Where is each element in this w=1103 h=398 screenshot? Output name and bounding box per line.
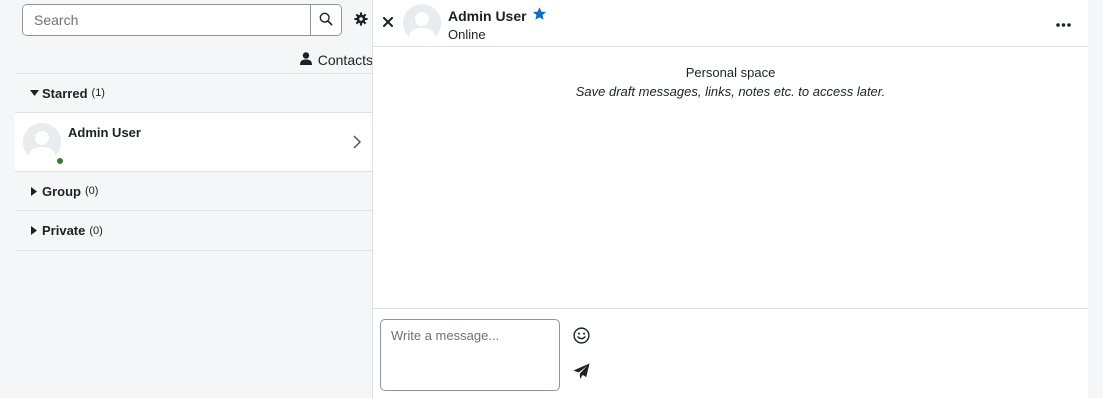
section-starred-count: (1) (91, 87, 105, 99)
conversation-panel: Admin User Online Personal space Save dr… (373, 0, 1088, 398)
conversation-status: Online (448, 27, 486, 42)
contacts-link-label: Contacts (317, 52, 373, 68)
gear-icon (354, 11, 368, 29)
section-group-title: Group (42, 183, 81, 199)
contacts-link[interactable]: Contacts (299, 50, 373, 70)
online-status-dot (56, 157, 64, 165)
user-icon (299, 52, 312, 68)
divider (15, 250, 373, 251)
search-icon (319, 12, 333, 29)
contacts-panel: Contacts Starred (1) Admin User Group (0… (15, 0, 373, 398)
close-icon (383, 15, 393, 30)
search-row (22, 4, 373, 36)
section-starred-title: Starred (42, 85, 88, 101)
emoji-button[interactable] (572, 327, 590, 347)
conversation-title: Admin User (448, 7, 547, 24)
list-item[interactable]: Admin User (15, 112, 373, 171)
divider (373, 46, 1088, 47)
caret-down-icon (29, 90, 39, 96)
search-box (22, 4, 342, 36)
section-group[interactable]: Group (0) (15, 171, 373, 210)
search-button[interactable] (310, 5, 341, 35)
caret-right-icon (29, 226, 39, 235)
paper-plane-icon (572, 363, 590, 383)
divider (373, 308, 1088, 309)
section-starred[interactable]: Starred (1) (15, 73, 373, 112)
settings-button[interactable] (351, 10, 371, 30)
ellipsis-icon (1055, 15, 1071, 30)
conversation-name: Admin User (448, 7, 527, 24)
chevron-right-icon (353, 135, 361, 152)
section-group-count: (0) (85, 185, 99, 197)
more-options-button[interactable] (1054, 16, 1072, 28)
close-button[interactable] (382, 16, 394, 28)
send-button[interactable] (572, 363, 590, 383)
star-icon (532, 7, 547, 24)
personal-space-title: Personal space (685, 65, 776, 80)
search-input[interactable] (23, 5, 310, 35)
personal-space-subtitle: Save draft messages, links, notes etc. t… (575, 84, 886, 99)
avatar (23, 123, 64, 165)
section-private[interactable]: Private (0) (15, 210, 373, 250)
section-private-title: Private (42, 223, 86, 238)
smile-icon (572, 327, 590, 347)
avatar (403, 4, 441, 42)
section-private-count: (0) (89, 224, 103, 237)
contact-name: Admin User (68, 125, 141, 140)
message-input[interactable] (380, 319, 560, 391)
caret-right-icon (29, 186, 39, 196)
